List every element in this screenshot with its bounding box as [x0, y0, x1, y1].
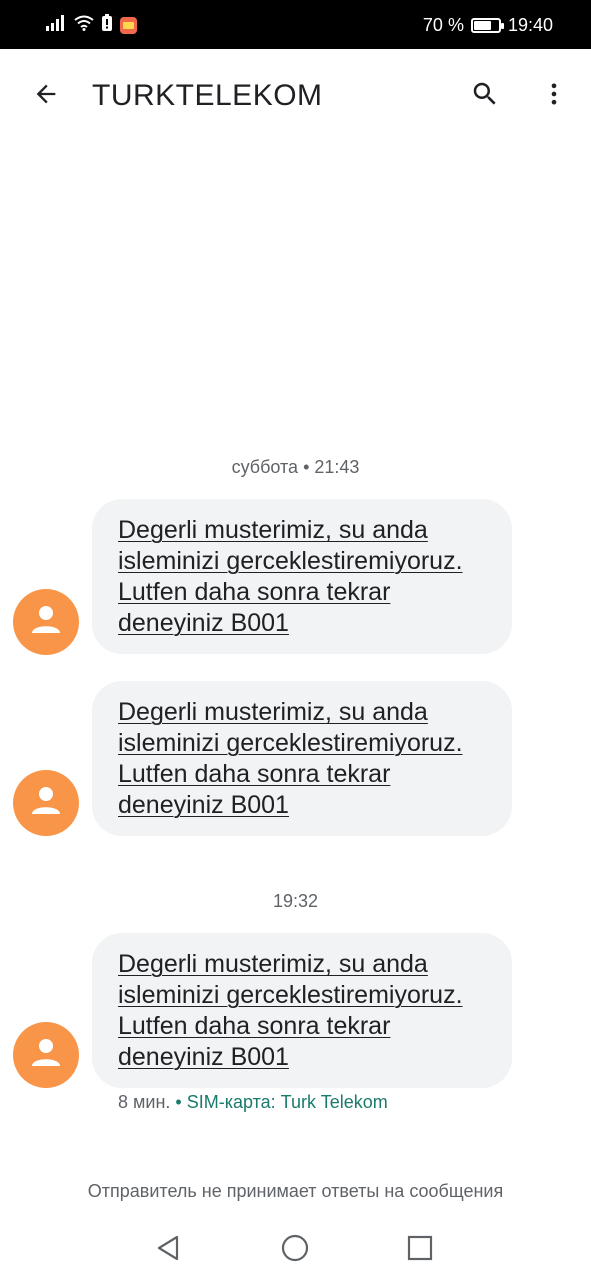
- mail-notification-icon: [120, 16, 137, 34]
- nav-home-button[interactable]: [273, 1228, 317, 1272]
- message-bubble[interactable]: Degerli musterimiz, su anda isleminizi g…: [92, 681, 512, 836]
- clock: 19:40: [507, 15, 553, 35]
- status-icons-left: [46, 13, 137, 37]
- person-icon: [28, 602, 64, 643]
- meta-separator: •: [175, 1092, 182, 1112]
- sender-avatar[interactable]: [13, 589, 79, 655]
- nav-recents-icon: [405, 1233, 435, 1268]
- battery-percent: 70 %: [422, 15, 464, 35]
- more-options-button[interactable]: [532, 74, 576, 118]
- battery-level-fill: [473, 20, 491, 30]
- person-icon: [28, 783, 64, 824]
- message-text[interactable]: Degerli musterimiz, su anda isleminizi g…: [118, 949, 490, 1073]
- arrow-back-icon: [32, 80, 60, 113]
- sender-avatar[interactable]: [13, 1022, 79, 1088]
- signal-icon: [46, 14, 66, 36]
- nav-recents-button[interactable]: [398, 1228, 442, 1272]
- wifi-icon: [74, 15, 94, 36]
- message-meta: 8 мин. • SIM-карта: Turk Telekom: [118, 1092, 388, 1113]
- message-text[interactable]: Degerli musterimiz, su anda isleminizi g…: [118, 697, 490, 821]
- person-icon: [28, 1035, 64, 1076]
- status-icons-right: 70 % 19:40: [423, 13, 553, 37]
- more-vert-icon: [540, 80, 568, 113]
- nav-back-button[interactable]: [146, 1228, 190, 1272]
- battery-alert-icon: [102, 14, 112, 36]
- search-icon: [470, 79, 500, 114]
- navigation-bar: [0, 1218, 591, 1280]
- message-bubble[interactable]: Degerli musterimiz, su anda isleminizi g…: [92, 499, 512, 654]
- status-bar: 70 % 19:40: [0, 0, 591, 49]
- back-button[interactable]: [24, 74, 68, 118]
- date-separator: суббота • 21:43: [231, 457, 360, 477]
- sim-label: SIM-карта: Turk Telekom: [186, 1092, 388, 1112]
- conversation-title: TURKTELEKOM: [92, 79, 323, 112]
- nav-home-icon: [280, 1233, 310, 1268]
- battery-icon: [470, 17, 504, 33]
- app-bar: TURKTELEKOM: [0, 49, 591, 143]
- message-text[interactable]: Degerli musterimiz, su anda isleminizi g…: [118, 515, 490, 639]
- no-reply-notice: Отправитель не принимает ответы на сообщ…: [87, 1181, 504, 1201]
- message-age: 8 мин.: [118, 1092, 171, 1112]
- message-bubble[interactable]: Degerli musterimiz, su anda isleminizi g…: [92, 933, 512, 1088]
- nav-back-icon: [153, 1233, 183, 1268]
- sender-avatar[interactable]: [13, 770, 79, 836]
- search-button[interactable]: [463, 74, 507, 118]
- date-separator: 19:32: [272, 891, 319, 911]
